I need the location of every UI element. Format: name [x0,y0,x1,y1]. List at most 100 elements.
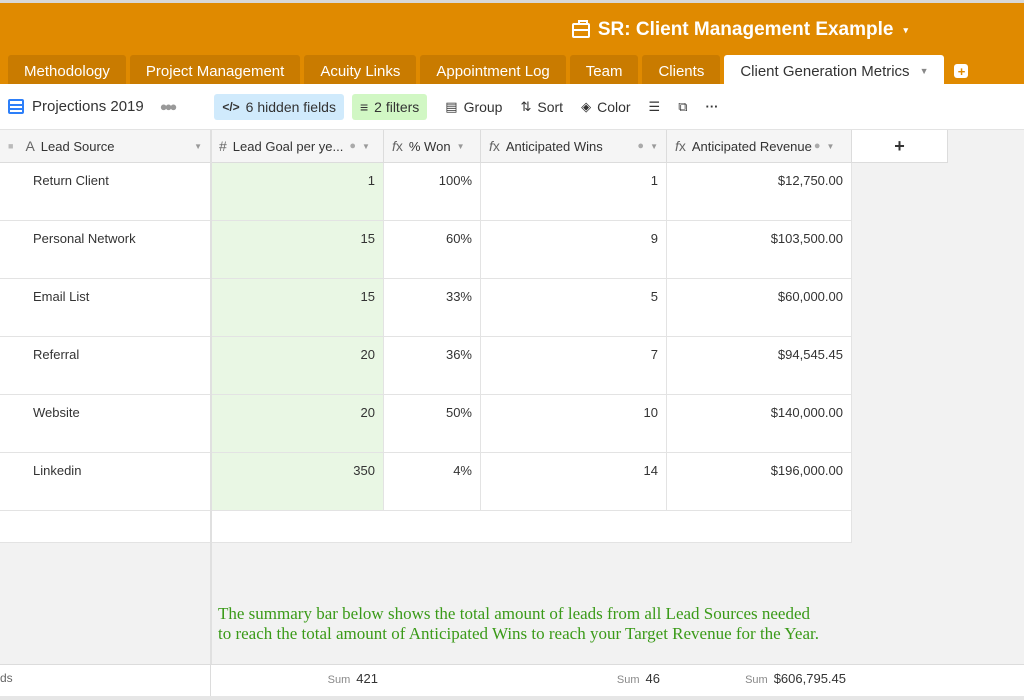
chevron-down-icon[interactable]: ▼ [362,142,370,151]
add-field-button[interactable]: + [852,130,948,163]
tab-label: Clients [658,62,705,80]
info-icon[interactable]: ● [349,140,356,152]
column-label: Anticipated Revenue [691,138,812,154]
cell-anticipated-revenue[interactable]: $103,500.00 [667,221,852,279]
cell-lead-source: Email List [33,289,90,304]
hidden-fields-button[interactable]: </> 6 hidden fields [214,93,344,120]
collaborators-icon[interactable]: ●●● [160,99,177,114]
cell-lead-goal[interactable]: 20 [211,337,384,395]
table-row[interactable]: Return Client [0,163,211,221]
column-label: Lead Goal per ye... [232,138,344,154]
eye-slash-icon: </> [222,99,240,114]
column-header-pct-won[interactable]: fx % Won ▼ [384,130,481,163]
tab-label: Appointment Log [436,62,550,80]
cell-pct-won[interactable]: 60% [384,221,481,279]
chevron-down-icon[interactable]: ▼ [457,142,465,151]
tab-client-generation-metrics[interactable]: Client Generation Metrics ▼ [724,55,945,87]
tab-team[interactable]: Team [569,55,639,87]
chevron-down-icon[interactable]: ▼ [920,66,929,76]
column-header-lead-goal[interactable]: # Lead Goal per ye... ● ▼ [211,130,384,163]
summary-bar: ds Sum 421 Sum 46 Sum $606,795.45 [0,664,1024,700]
cell-pct-won[interactable]: 33% [384,279,481,337]
view-switcher[interactable]: Projections 2019 ●●● [8,98,177,115]
row-height-icon: ☰ [648,98,661,114]
summary-anticipated-revenue[interactable]: Sum $606,795.45 [745,671,846,686]
more-icon: ··· [705,99,719,114]
cell-anticipated-wins[interactable]: 10 [481,395,667,453]
share-icon: ⧉ [678,98,688,114]
base-title-button[interactable]: SR: Client Management Example ▾ [571,19,908,41]
grid-view-icon [8,99,24,114]
frozen-column-divider[interactable] [210,130,212,664]
table-row[interactable]: Personal Network [0,221,211,279]
cell-anticipated-revenue[interactable]: $12,750.00 [667,163,852,221]
group-button[interactable]: ▤ Group [445,99,502,115]
view-toolbar: Projections 2019 ●●● </> 6 hidden fields… [0,84,1024,130]
cell-anticipated-wins[interactable]: 7 [481,337,667,395]
cell-lead-source: Linkedin [33,463,82,478]
table-row[interactable]: Website [0,395,211,453]
chevron-down-icon[interactable]: ▼ [650,142,658,151]
tab-methodology[interactable]: Methodology [8,55,126,87]
cell-anticipated-revenue[interactable]: $94,545.45 [667,337,852,395]
summary-value: 421 [356,671,378,686]
summary-lead-goal[interactable]: Sum 421 [328,671,378,686]
cell-anticipated-wins[interactable]: 14 [481,453,667,511]
cell-pct-won[interactable]: 100% [384,163,481,221]
cell-anticipated-wins[interactable]: 1 [481,163,667,221]
cell-lead-goal[interactable]: 1 [211,163,384,221]
summary-anticipated-wins[interactable]: Sum 46 [617,671,660,686]
base-title: SR: Client Management Example [597,19,894,40]
cell-pct-won[interactable]: 50% [384,395,481,453]
info-icon[interactable]: ● [637,140,644,152]
tab-clients[interactable]: Clients [642,55,721,87]
cell-anticipated-revenue[interactable]: $196,000.00 [667,453,852,511]
tab-label: Project Management [145,62,285,80]
table-row[interactable]: Referral [0,337,211,395]
filter-icon: ≡ [359,98,369,115]
chevron-down-icon: ▾ [903,24,908,35]
column-header-lead-source[interactable]: ■ A Lead Source ▼ [0,130,211,163]
cell-pct-won[interactable]: 4% [384,453,481,511]
row-height-button[interactable]: ☰ [649,99,661,115]
cell-lead-goal[interactable]: 350 [211,453,384,511]
table-row[interactable]: Linkedin [0,453,211,511]
filters-button[interactable]: ≡ 2 filters [351,93,428,120]
app-header: SR: Client Management Example ▾ Methodol… [0,0,1024,87]
summary-record-count[interactable]: ds [0,671,13,685]
tab-label: Methodology [24,62,110,80]
add-row-button[interactable] [211,511,852,543]
summary-value: $606,795.45 [773,671,846,686]
tab-acuity-links[interactable]: Acuity Links [304,55,417,87]
cell-lead-goal[interactable]: 20 [211,395,384,453]
table-row[interactable]: Email List [0,279,211,337]
summary-label: Sum [616,674,640,686]
column-header-anticipated-revenue[interactable]: fx Anticipated Revenue ● ▼ [667,130,852,163]
add-table-icon[interactable]: + [954,64,969,78]
sort-button[interactable]: ⇅ Sort [520,99,563,115]
group-label: Group [463,98,503,115]
hidden-fields-label: 6 hidden fields [245,98,336,115]
cell-lead-goal[interactable]: 15 [211,221,384,279]
chevron-down-icon[interactable]: ▼ [827,142,835,151]
column-header-anticipated-wins[interactable]: fx Anticipated Wins ● ▼ [481,130,667,163]
cell-lead-goal[interactable]: 15 [211,279,384,337]
more-button[interactable]: ··· [706,99,719,114]
cell-anticipated-wins[interactable]: 5 [481,279,667,337]
add-icon: + [894,135,905,156]
number-icon: # [219,138,227,154]
bottom-edge [0,696,1024,700]
filters-label: 2 filters [374,98,420,115]
share-view-button[interactable]: ⧉ [678,99,687,115]
cell-anticipated-revenue[interactable]: $60,000.00 [667,279,852,337]
chevron-down-icon[interactable]: ▼ [194,142,202,151]
summary-value: 46 [645,671,660,686]
info-icon[interactable]: ● [814,140,821,152]
add-row-button[interactable] [0,511,211,543]
cell-pct-won[interactable]: 36% [384,337,481,395]
tab-appointment-log[interactable]: Appointment Log [420,55,566,87]
tab-project-management[interactable]: Project Management [129,55,301,87]
color-button[interactable]: ◈ Color [581,99,630,115]
cell-anticipated-wins[interactable]: 9 [481,221,667,279]
cell-anticipated-revenue[interactable]: $140,000.00 [667,395,852,453]
